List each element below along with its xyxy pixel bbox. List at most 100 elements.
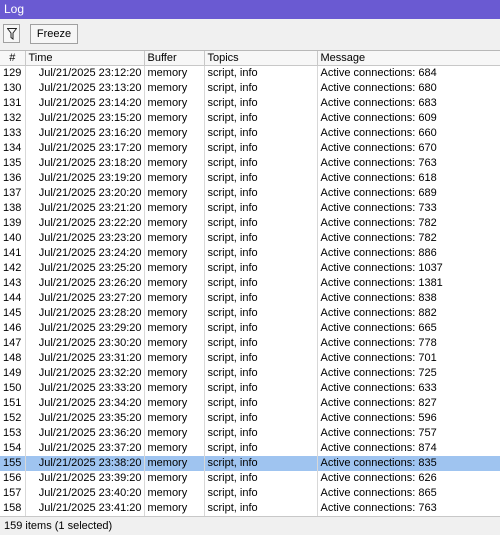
column-header-time[interactable]: Time (25, 51, 145, 66)
table-row[interactable]: 153 Jul/21/2025 23:36:20 memory script, inf… (0, 426, 500, 441)
cell-topics: script, info (204, 126, 318, 141)
column-header-buffer[interactable]: Buffer (144, 51, 205, 66)
table-row[interactable]: 138 Jul/21/2025 23:21:20 memory script, inf… (0, 201, 500, 216)
cell-message: Active connections: 835 (317, 456, 500, 471)
cell-message: Active connections: 782 (317, 231, 500, 246)
freeze-button[interactable]: Freeze (30, 24, 78, 44)
column-header-topics[interactable]: Topics (204, 51, 318, 66)
cell-time: Jul/21/2025 23:26:20 (25, 276, 145, 291)
cell-buffer: memory (144, 321, 205, 336)
table-row[interactable]: 139 Jul/21/2025 23:22:20 memory script, inf… (0, 216, 500, 231)
cell-buffer: memory (144, 96, 205, 111)
table-row[interactable]: 141 Jul/21/2025 23:24:20 memory script, inf… (0, 246, 500, 261)
table-row[interactable]: 129 Jul/21/2025 23:12:20 memory script, inf… (0, 65, 500, 81)
table-row[interactable]: 143 Jul/21/2025 23:26:20 memory script, inf… (0, 276, 500, 291)
cell-time: Jul/21/2025 23:28:20 (25, 306, 145, 321)
cell-buffer: memory (144, 201, 205, 216)
cell-buffer: memory (144, 141, 205, 156)
cell-num: 144 (0, 291, 26, 306)
table-row[interactable]: 155 Jul/21/2025 23:38:20 memory script, inf… (0, 456, 500, 471)
cell-message: Active connections: 763 (317, 501, 500, 516)
cell-time: Jul/21/2025 23:14:20 (25, 96, 145, 111)
cell-num: 155 (0, 456, 26, 471)
cell-topics: script, info (204, 156, 318, 171)
cell-buffer: memory (144, 156, 205, 171)
cell-message: Active connections: 757 (317, 426, 500, 441)
cell-topics: script, info (204, 426, 318, 441)
cell-message: Active connections: 609 (317, 111, 500, 126)
cell-buffer: memory (144, 501, 205, 516)
cell-num: 150 (0, 381, 26, 396)
cell-time: Jul/21/2025 23:36:20 (25, 426, 145, 441)
table-row[interactable]: 145 Jul/21/2025 23:28:20 memory script, inf… (0, 306, 500, 321)
cell-time: Jul/21/2025 23:41:20 (25, 501, 145, 516)
table-row[interactable]: 144 Jul/21/2025 23:27:20 memory script, inf… (0, 291, 500, 306)
cell-num: 133 (0, 126, 26, 141)
cell-buffer: memory (144, 351, 205, 366)
cell-num: 132 (0, 111, 26, 126)
table-row[interactable]: 130 Jul/21/2025 23:13:20 memory script, inf… (0, 81, 500, 96)
filter-button[interactable] (3, 24, 20, 43)
table-row[interactable]: 147 Jul/21/2025 23:30:20 memory script, inf… (0, 336, 500, 351)
cell-topics: script, info (204, 366, 318, 381)
cell-num: 154 (0, 441, 26, 456)
cell-message: Active connections: 733 (317, 201, 500, 216)
table-row[interactable]: 131 Jul/21/2025 23:14:20 memory script, inf… (0, 96, 500, 111)
table-row[interactable]: 133 Jul/21/2025 23:16:20 memory script, inf… (0, 126, 500, 141)
table-header: # Time Buffer Topics Message (0, 51, 500, 66)
table-row[interactable]: 158 Jul/21/2025 23:41:20 memory script, inf… (0, 501, 500, 516)
table-row[interactable]: 132 Jul/21/2025 23:15:20 memory script, inf… (0, 111, 500, 126)
cell-buffer: memory (144, 486, 205, 501)
cell-buffer: memory (144, 216, 205, 231)
cell-time: Jul/21/2025 23:40:20 (25, 486, 145, 501)
cell-topics: script, info (204, 141, 318, 156)
log-table: # Time Buffer Topics Message 129 Jul/21/2… (0, 50, 500, 517)
cell-time: Jul/21/2025 23:34:20 (25, 396, 145, 411)
table-row[interactable]: 140 Jul/21/2025 23:23:20 memory script, inf… (0, 231, 500, 246)
cell-topics: script, info (204, 456, 318, 471)
cell-num: 134 (0, 141, 26, 156)
status-bar: 159 items (1 selected) (0, 516, 500, 534)
table-row[interactable]: 146 Jul/21/2025 23:29:20 memory script, inf… (0, 321, 500, 336)
cell-message: Active connections: 633 (317, 381, 500, 396)
cell-buffer: memory (144, 171, 205, 186)
cell-time: Jul/21/2025 23:20:20 (25, 186, 145, 201)
cell-time: Jul/21/2025 23:13:20 (25, 81, 145, 96)
table-row[interactable]: 154 Jul/21/2025 23:37:20 memory script, inf… (0, 441, 500, 456)
cell-topics: script, info (204, 246, 318, 261)
table-row[interactable]: 157 Jul/21/2025 23:40:20 memory script, inf… (0, 486, 500, 501)
cell-buffer: memory (144, 231, 205, 246)
cell-buffer: memory (144, 126, 205, 141)
table-row[interactable]: 135 Jul/21/2025 23:18:20 memory script, inf… (0, 156, 500, 171)
table-row[interactable]: 134 Jul/21/2025 23:17:20 memory script, inf… (0, 141, 500, 156)
table-row[interactable]: 156 Jul/21/2025 23:39:20 memory script, inf… (0, 471, 500, 486)
cell-num: 156 (0, 471, 26, 486)
table-row[interactable]: 152 Jul/21/2025 23:35:20 memory script, inf… (0, 411, 500, 426)
cell-message: Active connections: 827 (317, 396, 500, 411)
cell-message: Active connections: 838 (317, 291, 500, 306)
table-row[interactable]: 136 Jul/21/2025 23:19:20 memory script, inf… (0, 171, 500, 186)
cell-buffer: memory (144, 411, 205, 426)
column-header-num[interactable]: # (0, 51, 26, 66)
table-row[interactable]: 137 Jul/21/2025 23:20:20 memory script, inf… (0, 186, 500, 201)
cell-topics: script, info (204, 411, 318, 426)
column-header-message[interactable]: Message (317, 51, 500, 66)
cell-buffer: memory (144, 471, 205, 486)
cell-buffer: memory (144, 381, 205, 396)
cell-topics: script, info (204, 216, 318, 231)
cell-buffer: memory (144, 426, 205, 441)
table-row[interactable]: 150 Jul/21/2025 23:33:20 memory script, inf… (0, 381, 500, 396)
cell-message: Active connections: 670 (317, 141, 500, 156)
cell-buffer: memory (144, 306, 205, 321)
window-title: Log (0, 0, 500, 19)
table-row[interactable]: 149 Jul/21/2025 23:32:20 memory script, inf… (0, 366, 500, 381)
cell-time: Jul/21/2025 23:15:20 (25, 111, 145, 126)
cell-time: Jul/21/2025 23:17:20 (25, 141, 145, 156)
cell-num: 139 (0, 216, 26, 231)
cell-time: Jul/21/2025 23:38:20 (25, 456, 145, 471)
table-row[interactable]: 142 Jul/21/2025 23:25:20 memory script, inf… (0, 261, 500, 276)
cell-num: 153 (0, 426, 26, 441)
table-row[interactable]: 148 Jul/21/2025 23:31:20 memory script, inf… (0, 351, 500, 366)
cell-topics: script, info (204, 336, 318, 351)
table-row[interactable]: 151 Jul/21/2025 23:34:20 memory script, inf… (0, 396, 500, 411)
